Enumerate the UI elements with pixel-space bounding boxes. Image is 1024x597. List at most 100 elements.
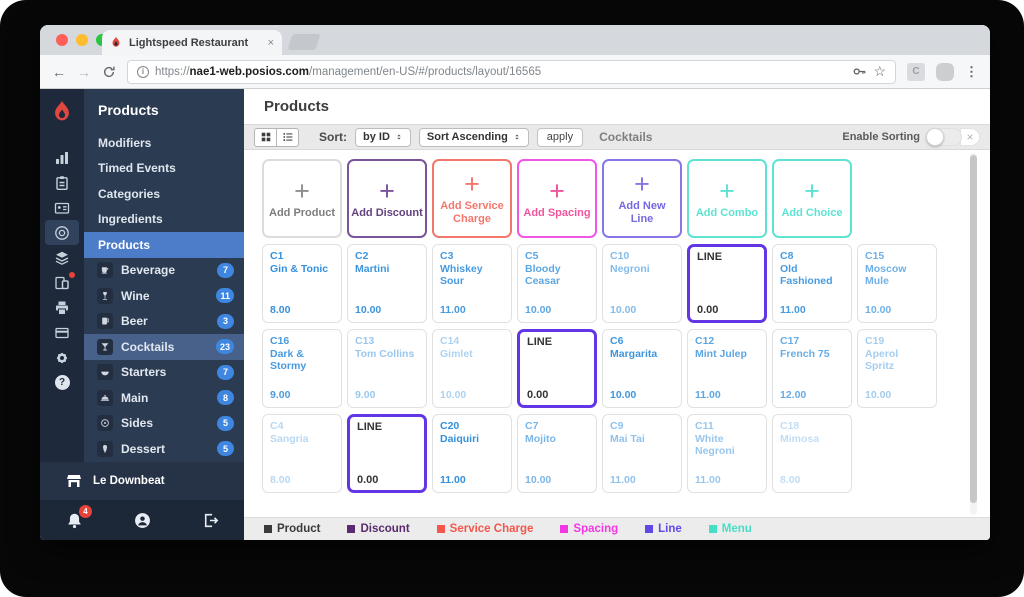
rail-orders-button[interactable] [45, 170, 79, 195]
extension-blob-icon[interactable] [936, 62, 954, 81]
sort-by-select[interactable]: by ID [355, 127, 411, 147]
product-card-c13[interactable]: C13 Tom Collins 9.00 [347, 329, 427, 408]
help-icon: ? [54, 375, 70, 390]
logout-button[interactable] [199, 509, 221, 531]
scrollbar-thumb[interactable] [970, 155, 977, 503]
category-icon-box [97, 389, 113, 406]
url-bar[interactable]: i https://nae1-web.posios.com/management… [127, 59, 896, 84]
info-icon[interactable]: i [137, 65, 149, 78]
user-icon [134, 512, 151, 529]
browser-tab[interactable]: Lightspeed Restaurant × [102, 30, 282, 55]
rail-devices-button[interactable] [45, 270, 79, 295]
product-name: Martini [355, 262, 390, 275]
close-window-button[interactable] [56, 34, 68, 46]
location-bar[interactable]: Le Downbeat [40, 462, 244, 500]
sidebar-category-cocktails[interactable]: Cocktails 23 [84, 334, 244, 360]
sidebar-category-wine[interactable]: Wine 11 [84, 283, 244, 309]
product-code: C2 [355, 250, 369, 262]
rail-help-button[interactable]: ? [45, 370, 79, 395]
notifications-button[interactable]: 4 [63, 505, 92, 531]
rail-products-button[interactable] [45, 220, 79, 245]
product-card-c7[interactable]: C7 Mojito 10.00 [517, 414, 597, 493]
sidebar-category-dessert[interactable]: Dessert 5 [84, 436, 244, 462]
product-card-content: C19 Aperol Spritz 10.00 [865, 335, 929, 402]
new-tab-button[interactable] [287, 34, 321, 50]
account-button[interactable] [131, 509, 153, 531]
legend-label: Discount [360, 523, 410, 535]
close-sorting-icon[interactable]: × [960, 128, 980, 146]
sidebar-category-starters[interactable]: Starters 7 [84, 360, 244, 386]
add-button-add-spacing[interactable]: + Add Spacing [517, 159, 597, 238]
extension-c-icon[interactable]: C [907, 62, 925, 81]
line-card[interactable]: LINE 0.00 [517, 329, 597, 408]
product-card-c1[interactable]: C1 Gin & Tonic 8.00 [262, 244, 342, 323]
product-price: 10.00 [525, 304, 552, 317]
product-card-c18[interactable]: C18 Mimosa 8.00 [772, 414, 852, 493]
product-code: C9 [610, 420, 624, 432]
products-grid-wrap: + Add Product + Add Discount + Add Service Ch… [244, 150, 990, 517]
grid-view-button[interactable] [254, 127, 277, 147]
add-button-add-discount[interactable]: + Add Discount [347, 159, 427, 238]
main-header: Products [244, 89, 990, 124]
bowl-icon [100, 367, 110, 377]
product-price: 10.00 [355, 304, 382, 317]
product-card-c2[interactable]: C2 Martini 10.00 [347, 244, 427, 323]
back-icon[interactable]: ← [52, 65, 66, 79]
product-price: 10.00 [610, 304, 637, 317]
browser-menu-icon[interactable]: ⋮ [965, 64, 978, 80]
product-card-c11[interactable]: C11 White Negroni 11.00 [687, 414, 767, 493]
add-button-add-new-line[interactable]: + Add New Line [602, 159, 682, 238]
product-card-c8[interactable]: C8 Old Fashioned 11.00 [772, 244, 852, 323]
tab-close-icon[interactable]: × [268, 37, 274, 49]
product-card-c6[interactable]: C6 Margarita 10.00 [602, 329, 682, 408]
rail-printers-button[interactable] [45, 295, 79, 320]
rail-reports-button[interactable] [45, 145, 79, 170]
product-card-c9[interactable]: C9 Mai Tai 11.00 [602, 414, 682, 493]
product-card-c12[interactable]: C12 Mint Julep 11.00 [687, 329, 767, 408]
product-card-c19[interactable]: C19 Aperol Spritz 10.00 [857, 329, 937, 408]
line-card[interactable]: LINE 0.00 [347, 414, 427, 493]
sidebar-category-sides[interactable]: Sides 5 [84, 411, 244, 437]
line-card[interactable]: LINE 0.00 [687, 244, 767, 323]
key-icon[interactable] [852, 64, 867, 79]
plus-icon: + [294, 175, 310, 206]
minimize-window-button[interactable] [76, 34, 88, 46]
star-icon[interactable]: ☆ [873, 63, 886, 80]
reload-icon[interactable] [102, 65, 116, 79]
rail-settings-button[interactable] [45, 345, 79, 370]
products-grid: + Add Product + Add Discount + Add Service Ch… [262, 159, 990, 493]
sidebar-item-products[interactable]: Products [84, 232, 244, 258]
sort-order-select[interactable]: Sort Ascending [418, 127, 529, 147]
sidebar-category-beer[interactable]: Beer 3 [84, 309, 244, 335]
main-scrollbar[interactable] [970, 153, 977, 515]
icon-rail: ? [40, 89, 84, 462]
type-legend: Product Discount Service Charge Spacing Line… [244, 517, 990, 540]
product-card-c4[interactable]: C4 Sangria 8.00 [262, 414, 342, 493]
product-card-c3[interactable]: C3 Whiskey Sour 11.00 [432, 244, 512, 323]
enable-sorting-toggle[interactable] [926, 128, 962, 146]
product-card-c16[interactable]: C16 Dark & Stormy 9.00 [262, 329, 342, 408]
add-button-add-service-charge[interactable]: + Add Service Charge [432, 159, 512, 238]
product-card-c14[interactable]: C14 Gimlet 10.00 [432, 329, 512, 408]
sidebar-item-timed-events[interactable]: Timed Events [84, 156, 244, 182]
sidebar-item-categories[interactable]: Categories [84, 181, 244, 207]
product-card-c15[interactable]: C15 Moscow Mule 10.00 [857, 244, 937, 323]
product-card-c10[interactable]: C10 Negroni 10.00 [602, 244, 682, 323]
sidebar-item-modifiers[interactable]: Modifiers [84, 130, 244, 156]
list-view-button[interactable] [276, 127, 299, 147]
category-label: Sides [121, 416, 154, 431]
product-card-c20[interactable]: C20 Daiquiri 11.00 [432, 414, 512, 493]
add-button-add-product[interactable]: + Add Product [262, 159, 342, 238]
apply-button[interactable]: apply [536, 127, 584, 147]
rail-inventory-button[interactable] [45, 245, 79, 270]
product-card-c17[interactable]: C17 French 75 12.00 [772, 329, 852, 408]
rail-customers-button[interactable] [45, 195, 79, 220]
sidebar-category-beverage[interactable]: Beverage 7 [84, 258, 244, 284]
product-card-c5[interactable]: C5 Bloody Ceasar 10.00 [517, 244, 597, 323]
sidebar-item-ingredients[interactable]: Ingredients [84, 207, 244, 233]
add-button-add-choice[interactable]: + Add Choice [772, 159, 852, 238]
sidebar-category-main[interactable]: Main 8 [84, 385, 244, 411]
category-label: Starters [121, 365, 167, 380]
add-button-add-combo[interactable]: + Add Combo [687, 159, 767, 238]
rail-payments-button[interactable] [45, 320, 79, 345]
